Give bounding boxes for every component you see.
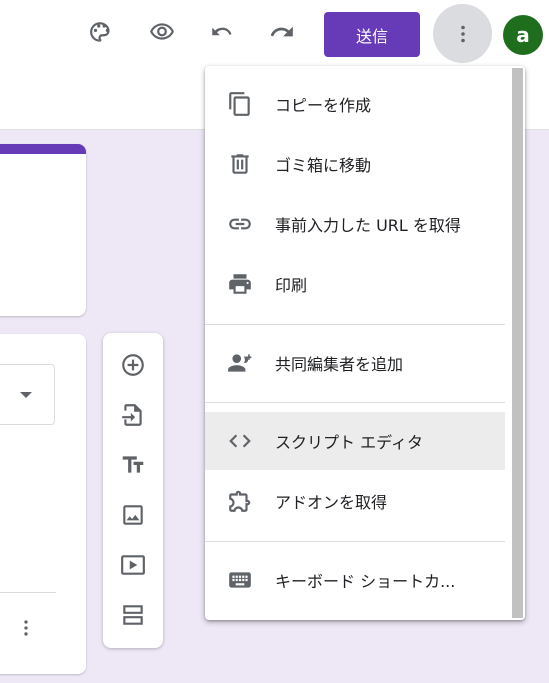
menu-divider (205, 402, 505, 403)
question-divider (0, 592, 56, 593)
menu-item-label: ゴミ箱に移動 (275, 156, 372, 175)
question-type-select[interactable] (0, 364, 55, 425)
add-question-icon[interactable] (119, 351, 147, 379)
add-video-icon[interactable] (119, 551, 147, 579)
add-people-icon (227, 350, 253, 376)
menu-item-label: キーボード ショートカ... (275, 572, 456, 591)
menu-item-move-to-trash[interactable]: ゴミ箱に移動 (205, 135, 505, 193)
menu-item-make-copy[interactable]: コピーを作成 (205, 75, 505, 133)
avatar[interactable]: a (503, 15, 543, 55)
menu-item-get-addons[interactable]: アドオンを取得 (205, 472, 505, 530)
menu-scrollbar[interactable] (512, 68, 523, 618)
question-card[interactable] (0, 334, 86, 674)
more-options-button[interactable] (433, 4, 492, 63)
menu-item-label: コピーを作成 (275, 96, 372, 115)
print-icon (227, 271, 253, 297)
menu-item-label: アドオンを取得 (275, 493, 388, 512)
undo-icon[interactable] (204, 14, 240, 50)
keyboard-icon (227, 567, 253, 593)
menu-item-keyboard-shortcuts[interactable]: キーボード ショートカ... (205, 551, 505, 609)
caret-down-icon (20, 392, 32, 398)
palette-icon[interactable] (84, 14, 120, 50)
more-options-menu: コピーを作成 ゴミ箱に移動 事前入力した URL を取得 印刷 共同編集者を追加… (205, 66, 525, 620)
menu-item-label: 事前入力した URL を取得 (275, 216, 461, 235)
menu-item-label: 共同編集者を追加 (275, 355, 404, 374)
menu-item-print[interactable]: 印刷 (205, 255, 505, 313)
link-icon (227, 211, 253, 237)
import-questions-icon[interactable] (119, 401, 147, 429)
menu-divider (205, 324, 505, 325)
trash-icon (227, 151, 253, 177)
send-button[interactable]: 送信 (324, 12, 420, 57)
menu-item-label: スクリプト エディタ (275, 433, 423, 452)
menu-item-script-editor[interactable]: スクリプト エディタ (205, 412, 505, 470)
code-icon (227, 428, 253, 454)
copy-icon (227, 91, 253, 117)
form-title-card[interactable] (0, 144, 86, 316)
floating-toolbox (103, 333, 163, 648)
question-more-icon[interactable] (14, 616, 38, 640)
menu-item-label: 印刷 (275, 276, 308, 295)
add-image-icon[interactable] (119, 501, 147, 529)
menu-divider (205, 541, 505, 542)
add-title-icon[interactable] (119, 451, 147, 479)
top-bar: 送信 a (0, 0, 549, 64)
preview-eye-icon[interactable] (144, 14, 180, 50)
more-vert-icon (460, 25, 465, 42)
menu-item-prefilled-url[interactable]: 事前入力した URL を取得 (205, 195, 505, 253)
puzzle-icon (227, 488, 253, 514)
redo-icon[interactable] (264, 14, 300, 50)
add-section-icon[interactable] (119, 601, 147, 629)
menu-item-add-collaborators[interactable]: 共同編集者を追加 (205, 334, 505, 392)
